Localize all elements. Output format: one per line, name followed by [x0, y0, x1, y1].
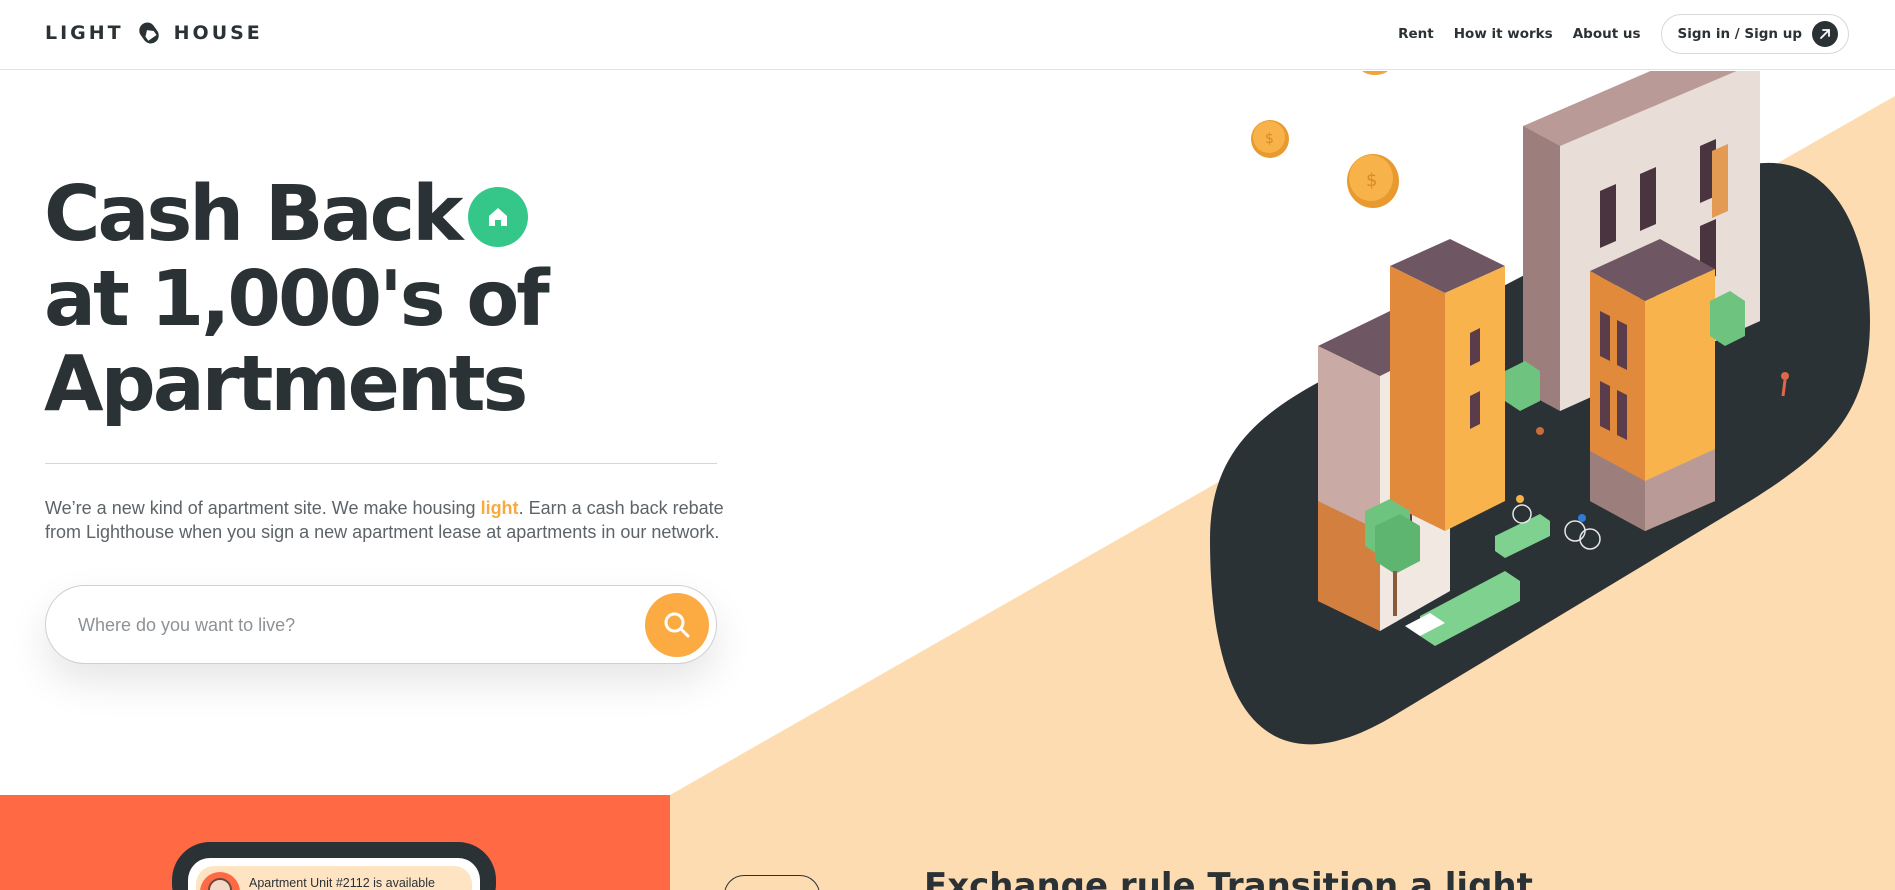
- intro-highlight: light: [480, 498, 519, 518]
- signin-label: Sign in / Sign up: [1677, 26, 1803, 42]
- hero-divider: [45, 463, 717, 464]
- lighthouse-logo-icon: [138, 22, 159, 44]
- location-search-bar: [45, 585, 717, 664]
- nav-link-rent[interactable]: Rent: [1398, 26, 1434, 42]
- hero-headline: Cash Back at 1,000's of Apartments: [44, 172, 684, 427]
- headline-line-1: Cash Back: [44, 172, 684, 257]
- hero-intro: We’re a new kind of apartment site. We m…: [45, 496, 725, 544]
- nav-link-how-it-works[interactable]: How it works: [1454, 26, 1553, 42]
- middle-apartment-building: [1390, 239, 1505, 531]
- search-button[interactable]: [645, 593, 709, 657]
- brand-word-right: HOUSE: [173, 22, 263, 44]
- arrow-up-right-icon: [1812, 21, 1838, 47]
- svg-text:$: $: [1265, 131, 1274, 147]
- brand-word-left: LIGHT: [45, 22, 124, 44]
- signin-button[interactable]: Sign in / Sign up: [1660, 14, 1849, 54]
- search-icon: [664, 612, 690, 638]
- headline-line-2: at 1,000's of: [44, 255, 550, 344]
- location-search-input[interactable]: [78, 608, 618, 642]
- site-header: LIGHT HOUSE Rent How it works About us S…: [0, 0, 1895, 70]
- right-apartment-building: [1590, 239, 1715, 531]
- intro-text-before: We’re a new kind of apartment site. We m…: [45, 498, 481, 518]
- nav-link-about-us[interactable]: About us: [1573, 26, 1641, 42]
- coin-top: [1362, 71, 1388, 75]
- home-icon: [468, 187, 529, 247]
- coin-large: $: [1347, 154, 1399, 208]
- section-pill-button[interactable]: [724, 875, 820, 890]
- main-nav: Rent How it works About us Sign in / Sig…: [1398, 14, 1849, 54]
- coin-small: $: [1251, 120, 1289, 158]
- svg-text:$: $: [1366, 170, 1377, 191]
- section-heading: Exchange rule Transition a light: [924, 866, 1533, 890]
- brand-logo[interactable]: LIGHT HOUSE: [45, 18, 263, 48]
- headline-line-3: Apartments: [44, 340, 528, 429]
- headline-text-1: Cash Back: [44, 170, 463, 259]
- notification-text: Apartment Unit #2112 is available: [249, 876, 435, 890]
